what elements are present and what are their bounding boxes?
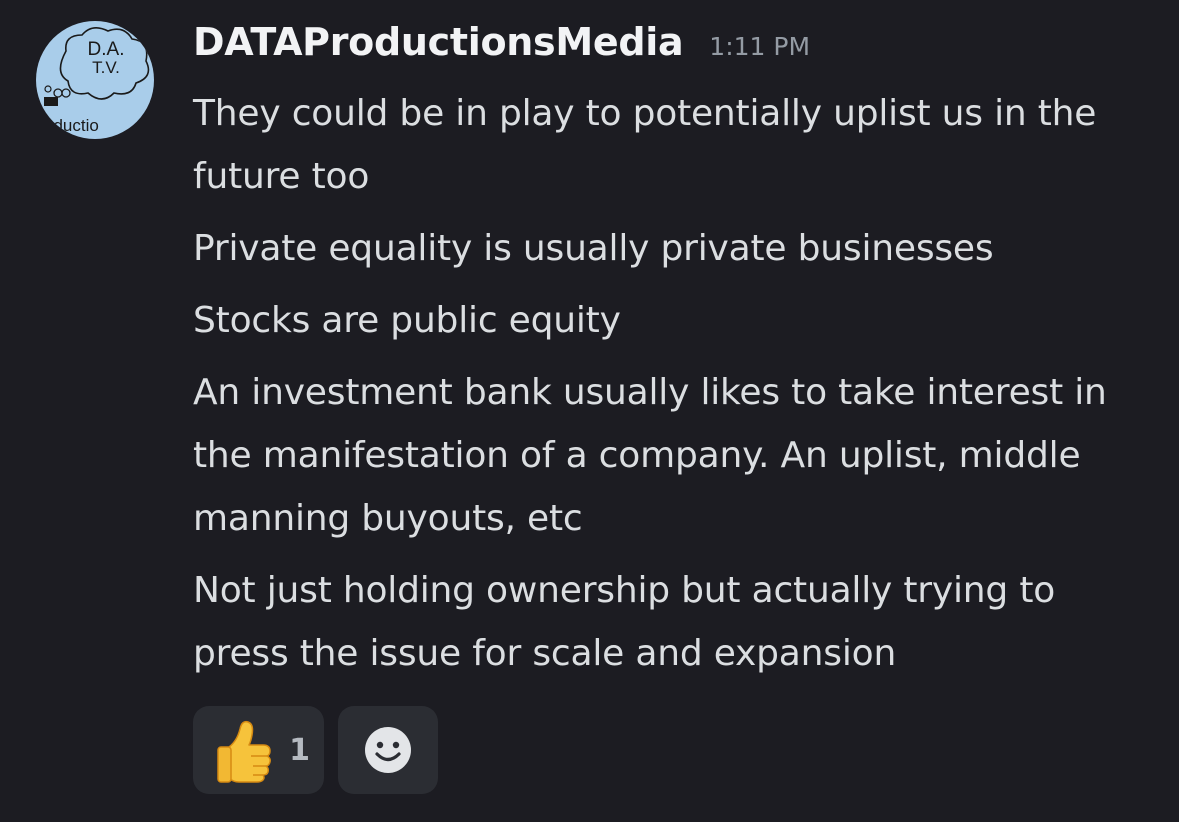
message-text: Not just holding ownership but actually … — [193, 570, 1056, 674]
avatar-text-line3: oductio — [44, 116, 99, 135]
message-group: DATAProductionsMedia 1:11 PM They could … — [193, 20, 1143, 694]
avatar[interactable]: D.A. T.V. oductio — [36, 21, 154, 139]
username[interactable]: DATAProductionsMedia — [193, 20, 684, 64]
avatar-logo: D.A. T.V. oductio — [44, 27, 150, 135]
smiley-face-icon — [365, 727, 411, 773]
reaction-count: 1 — [289, 732, 310, 768]
message-text: Private equality is usually private busi… — [193, 228, 994, 269]
timestamp: 1:11 PM — [709, 32, 811, 61]
message-text: An investment bank usually likes to take… — [193, 372, 1107, 539]
message-text: Stocks are public equity — [193, 300, 621, 341]
avatar-text-line1: D.A. — [88, 39, 125, 60]
thumbs-up-icon — [217, 720, 271, 783]
avatar-text-line2: T.V. — [92, 58, 120, 77]
message-header: DATAProductionsMedia 1:11 PM — [193, 20, 1143, 82]
add-reaction-button[interactable] — [338, 706, 438, 794]
message-text: They could be in play to potentially upl… — [193, 93, 1097, 197]
thumbs-up-reaction-button[interactable]: 1 — [193, 706, 324, 794]
reaction-bar: 1 — [193, 706, 438, 794]
